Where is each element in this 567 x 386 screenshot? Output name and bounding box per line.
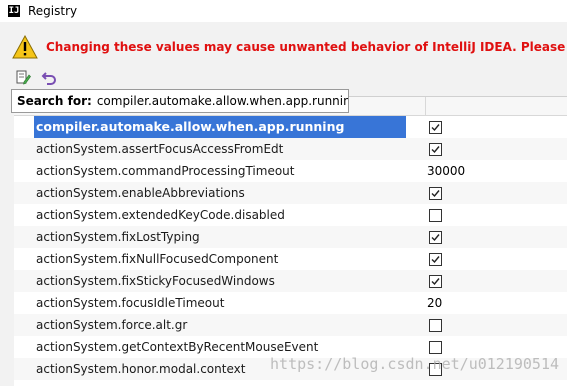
value-checkbox[interactable] bbox=[429, 275, 442, 288]
table-row[interactable]: actionSystem.fixLostTyping bbox=[14, 226, 567, 248]
value-checkbox[interactable] bbox=[429, 231, 442, 244]
registry-value[interactable]: 30000 bbox=[427, 160, 465, 182]
check-icon bbox=[431, 256, 440, 264]
value-checkbox[interactable] bbox=[429, 121, 442, 134]
value-checkbox[interactable] bbox=[429, 143, 442, 156]
value-checkbox[interactable] bbox=[429, 209, 442, 222]
check-icon bbox=[431, 278, 440, 286]
check-icon bbox=[431, 124, 440, 132]
registry-key: actionSystem.fixLostTyping bbox=[36, 230, 200, 244]
table-row[interactable]: actionSystem.fixStickyFocusedWindows bbox=[14, 270, 567, 292]
registry-key: actionSystem.focusIdleTimeout bbox=[36, 296, 225, 310]
value-checkbox[interactable] bbox=[429, 187, 442, 200]
registry-key: actionSystem.extendedKeyCode.disabled bbox=[36, 208, 285, 222]
value-checkbox[interactable] bbox=[429, 341, 442, 354]
table-row[interactable]: actionSystem.commandProcessingTimeout 300… bbox=[14, 160, 567, 182]
registry-key: actionSystem.assertFocusAccessFromEdt bbox=[36, 142, 284, 156]
value-checkbox[interactable] bbox=[429, 319, 442, 332]
registry-table: compiler.automake.allow.when.app.running… bbox=[14, 96, 567, 386]
registry-key: actionSystem.enableAbbreviations bbox=[36, 186, 245, 200]
intellij-icon: IJ bbox=[8, 5, 20, 17]
edit-button[interactable] bbox=[14, 68, 32, 86]
registry-key: actionSystem.honor.modal.context bbox=[36, 362, 246, 376]
check-icon bbox=[431, 190, 440, 198]
registry-key: compiler.automake.allow.when.app.running bbox=[34, 116, 406, 138]
search-popup[interactable]: Search for: compiler.automake.allow.when… bbox=[11, 89, 349, 113]
table-row[interactable]: actionSystem.focusIdleTimeout 20 bbox=[14, 292, 567, 314]
table-row[interactable]: actionSystem.enableAbbreviations bbox=[14, 182, 567, 204]
warning-banner: Changing these values may cause unwanted… bbox=[0, 32, 567, 62]
value-checkbox[interactable] bbox=[429, 253, 442, 266]
table-row[interactable]: actionSystem.extendedKeyCode.disabled bbox=[14, 204, 567, 226]
registry-value[interactable]: 20 bbox=[427, 292, 442, 314]
toolbar bbox=[14, 67, 58, 87]
table-row[interactable]: actionSystem.assertFocusAccessFromEdt bbox=[14, 138, 567, 160]
check-icon bbox=[431, 234, 440, 242]
table-row[interactable]: actionSystem.force.alt.gr bbox=[14, 314, 567, 336]
registry-key: actionSystem.force.alt.gr bbox=[36, 318, 188, 332]
title-bar: IJ Registry bbox=[0, 0, 567, 22]
warning-icon bbox=[12, 35, 38, 59]
registry-key: actionSystem.commandProcessingTimeout bbox=[36, 164, 295, 178]
undo-button[interactable] bbox=[40, 68, 58, 86]
table-row[interactable]: compiler.automake.allow.when.app.running bbox=[14, 116, 567, 138]
warning-text: Changing these values may cause unwanted… bbox=[46, 40, 567, 54]
table-row[interactable]: actionSystem.fixNullFocusedComponent bbox=[14, 248, 567, 270]
search-input[interactable]: compiler.automake.allow.when.app.running bbox=[97, 94, 348, 108]
window-title: Registry bbox=[28, 4, 78, 18]
undo-icon bbox=[41, 72, 56, 85]
watermark: https://blog.csdn.net/u012190514 bbox=[270, 355, 559, 373]
registry-key: actionSystem.fixNullFocusedComponent bbox=[36, 252, 279, 266]
search-label: Search for: bbox=[17, 94, 92, 108]
check-icon bbox=[431, 146, 440, 154]
edit-icon bbox=[16, 70, 31, 85]
registry-key: actionSystem.fixStickyFocusedWindows bbox=[36, 274, 275, 288]
